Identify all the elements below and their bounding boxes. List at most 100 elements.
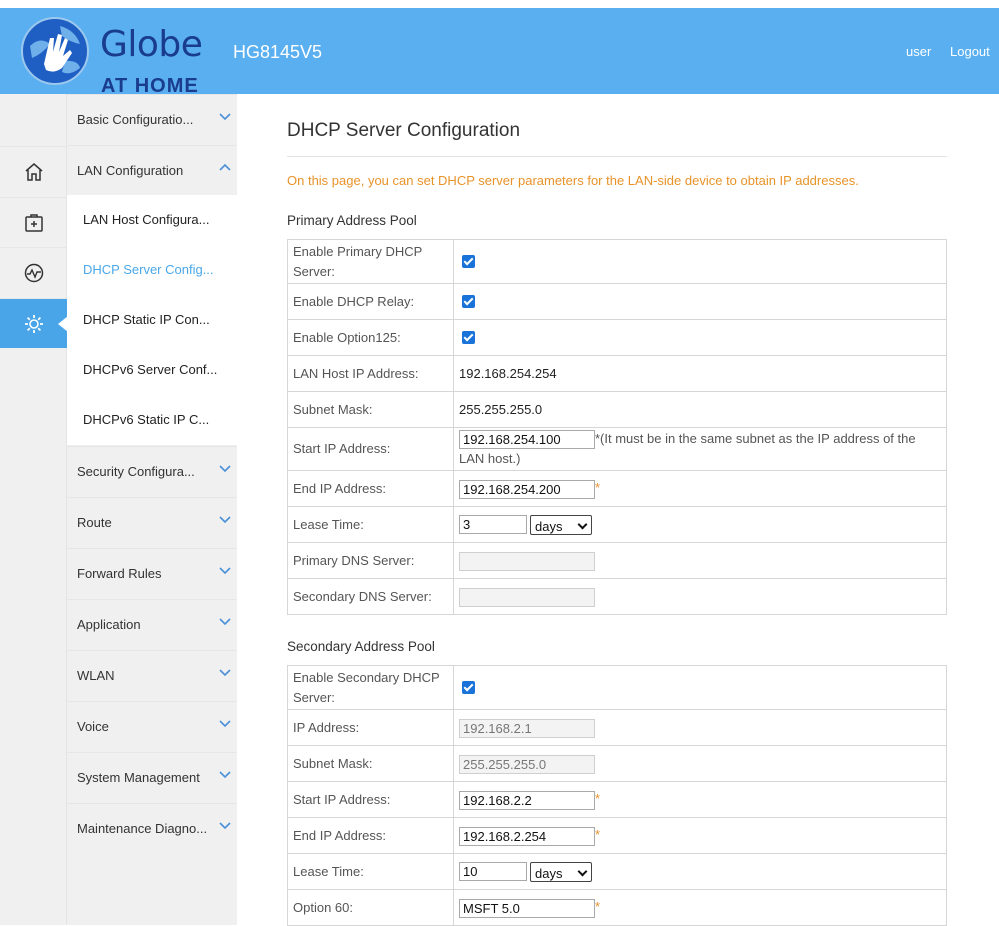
chevron-down-icon (219, 516, 231, 524)
primary-lease-unit-select[interactable]: days (530, 514, 592, 535)
home-icon (25, 162, 42, 181)
menu-lan-configuration[interactable]: LAN Configuration (67, 145, 237, 195)
secondary-dns-input[interactable] (459, 587, 595, 607)
table-row: Lease Time: 3 days (287, 506, 947, 543)
primary-pool-title: Primary Address Pool (287, 213, 417, 228)
table-row: Lease Time: 10 days (287, 853, 947, 890)
field-label: Subnet Mask: (287, 745, 454, 782)
enable-dhcp-relay-checkbox[interactable] (462, 294, 475, 308)
menu-basic-configuration[interactable]: Basic Configuratio... (67, 94, 237, 144)
chevron-down-icon (219, 465, 231, 473)
table-row: Primary DNS Server: (287, 542, 947, 579)
secondary-lease-unit-select[interactable]: days (530, 861, 592, 882)
monitor-icon (24, 263, 43, 282)
field-label: Start IP Address: (287, 781, 454, 818)
secondary-end-ip-input[interactable]: 192.168.2.254 (459, 826, 595, 846)
field-label: Enable Secondary DHCP Server: (287, 665, 454, 710)
table-row: Subnet Mask: 255.255.255.0 (287, 391, 947, 428)
field-label: Option 60: (287, 889, 454, 926)
field-label: Enable Option125: (287, 319, 454, 356)
field-label: Secondary DNS Server: (287, 578, 454, 615)
table-row: Enable Primary DHCP Server: (287, 239, 947, 284)
page-description: On this page, you can set DHCP server pa… (287, 173, 859, 188)
enable-secondary-dhcp-checkbox[interactable] (462, 680, 475, 694)
menu-maintenance-diagnosis[interactable]: Maintenance Diagno... (67, 803, 237, 853)
field-label: Enable Primary DHCP Server: (287, 239, 454, 284)
field-label: Lease Time: (287, 506, 454, 543)
primary-start-ip-input[interactable]: 192.168.254.100 (459, 430, 595, 450)
submenu-dhcpv6-static-ip[interactable]: DHCPv6 Static IP C... (67, 395, 237, 445)
table-row: Enable DHCP Relay: (287, 283, 947, 320)
secondary-start-ip-input[interactable]: 192.168.2.2 (459, 790, 595, 810)
menu-label: Maintenance Diagno... (77, 821, 208, 836)
submenu-label: DHCP Server Config... (83, 262, 214, 277)
lan-host-ip-value: 192.168.254.254 (453, 355, 947, 392)
rail-add-device[interactable] (0, 197, 67, 247)
rail-settings[interactable] (0, 298, 68, 348)
submenu-label: DHCPv6 Server Conf... (83, 362, 218, 377)
table-row: End IP Address: 192.168.2.254 * (287, 817, 947, 854)
enable-primary-dhcp-checkbox[interactable] (462, 254, 475, 268)
submenu-label: DHCP Static IP Con... (83, 312, 210, 327)
menu-label: Basic Configuratio... (77, 112, 194, 127)
primary-end-ip-input[interactable]: 192.168.254.200 (459, 479, 595, 499)
required-mark: * (595, 791, 601, 807)
brand-name: Globe (100, 24, 203, 65)
device-model: HG8145V5 (233, 42, 323, 62)
menu-label: LAN Configuration (77, 163, 184, 178)
enable-option125-checkbox[interactable] (462, 330, 475, 344)
table-row: Enable Secondary DHCP Server: (287, 665, 947, 710)
field-label: LAN Host IP Address: (287, 355, 454, 392)
rail-home[interactable] (0, 146, 67, 196)
primary-dns-input[interactable] (459, 551, 595, 571)
chevron-down-icon (219, 113, 231, 121)
menu-forward-rules[interactable]: Forward Rules (67, 548, 237, 598)
chevron-down-icon (219, 669, 231, 677)
submenu-dhcp-server-configuration[interactable]: DHCP Server Config... (67, 245, 237, 295)
chevron-down-icon (219, 618, 231, 626)
submenu-dhcp-static-ip[interactable]: DHCP Static IP Con... (67, 295, 237, 345)
primary-pool-table: Enable Primary DHCP Server: Enable DHCP … (287, 239, 947, 615)
title-divider (287, 156, 947, 157)
table-row: LAN Host IP Address: 192.168.254.254 (287, 355, 947, 392)
secondary-pool-title: Secondary Address Pool (287, 639, 435, 654)
menu-security-configuration[interactable]: Security Configura... (67, 446, 237, 496)
page-title: DHCP Server Configuration (287, 120, 521, 141)
menu-label: Route (77, 515, 112, 530)
chevron-down-icon (219, 822, 231, 830)
field-label: IP Address: (287, 709, 454, 746)
field-label: Subnet Mask: (287, 391, 454, 428)
secondary-mask-input[interactable]: 255.255.255.0 (459, 754, 595, 774)
option60-input[interactable]: MSFT 5.0 (459, 898, 595, 918)
submenu-lan-host-configuration[interactable]: LAN Host Configura... (67, 195, 237, 245)
field-label: Enable DHCP Relay: (287, 283, 454, 320)
secondary-lease-time-input[interactable]: 10 (459, 862, 527, 882)
rail-monitor[interactable] (0, 247, 67, 297)
menu-label: Security Configura... (77, 464, 195, 479)
gear-icon (24, 314, 43, 333)
menu-voice[interactable]: Voice (67, 701, 237, 751)
menu-label: WLAN (77, 668, 115, 683)
field-label: Lease Time: (287, 853, 454, 890)
globe-logo-icon (21, 17, 89, 85)
menu-system-management[interactable]: System Management (67, 752, 237, 802)
chevron-down-icon (219, 771, 231, 779)
submenu-label: DHCPv6 Static IP C... (83, 412, 210, 427)
menu-label: Forward Rules (77, 566, 162, 581)
menu-application[interactable]: Application (67, 599, 237, 649)
field-label: End IP Address: (287, 817, 454, 854)
menu-wlan[interactable]: WLAN (67, 650, 237, 700)
sidebar-menu: Basic Configuratio... LAN Configuration … (67, 94, 237, 925)
primary-lease-time-input[interactable]: 3 (459, 515, 527, 535)
table-row: Option 60: MSFT 5.0 * (287, 889, 947, 926)
user-link[interactable]: user (906, 44, 931, 59)
secondary-ip-input[interactable]: 192.168.2.1 (459, 718, 595, 738)
field-label: Primary DNS Server: (287, 542, 454, 579)
menu-label: Voice (77, 719, 109, 734)
submenu-dhcpv6-server[interactable]: DHCPv6 Server Conf... (67, 345, 237, 395)
top-header: Globe AT HOME HG8145V5 user Logout (0, 0, 999, 97)
logout-link[interactable]: Logout (950, 44, 990, 59)
required-mark: * (595, 827, 601, 843)
table-row: Subnet Mask: 255.255.255.0 (287, 745, 947, 782)
menu-route[interactable]: Route (67, 497, 237, 547)
